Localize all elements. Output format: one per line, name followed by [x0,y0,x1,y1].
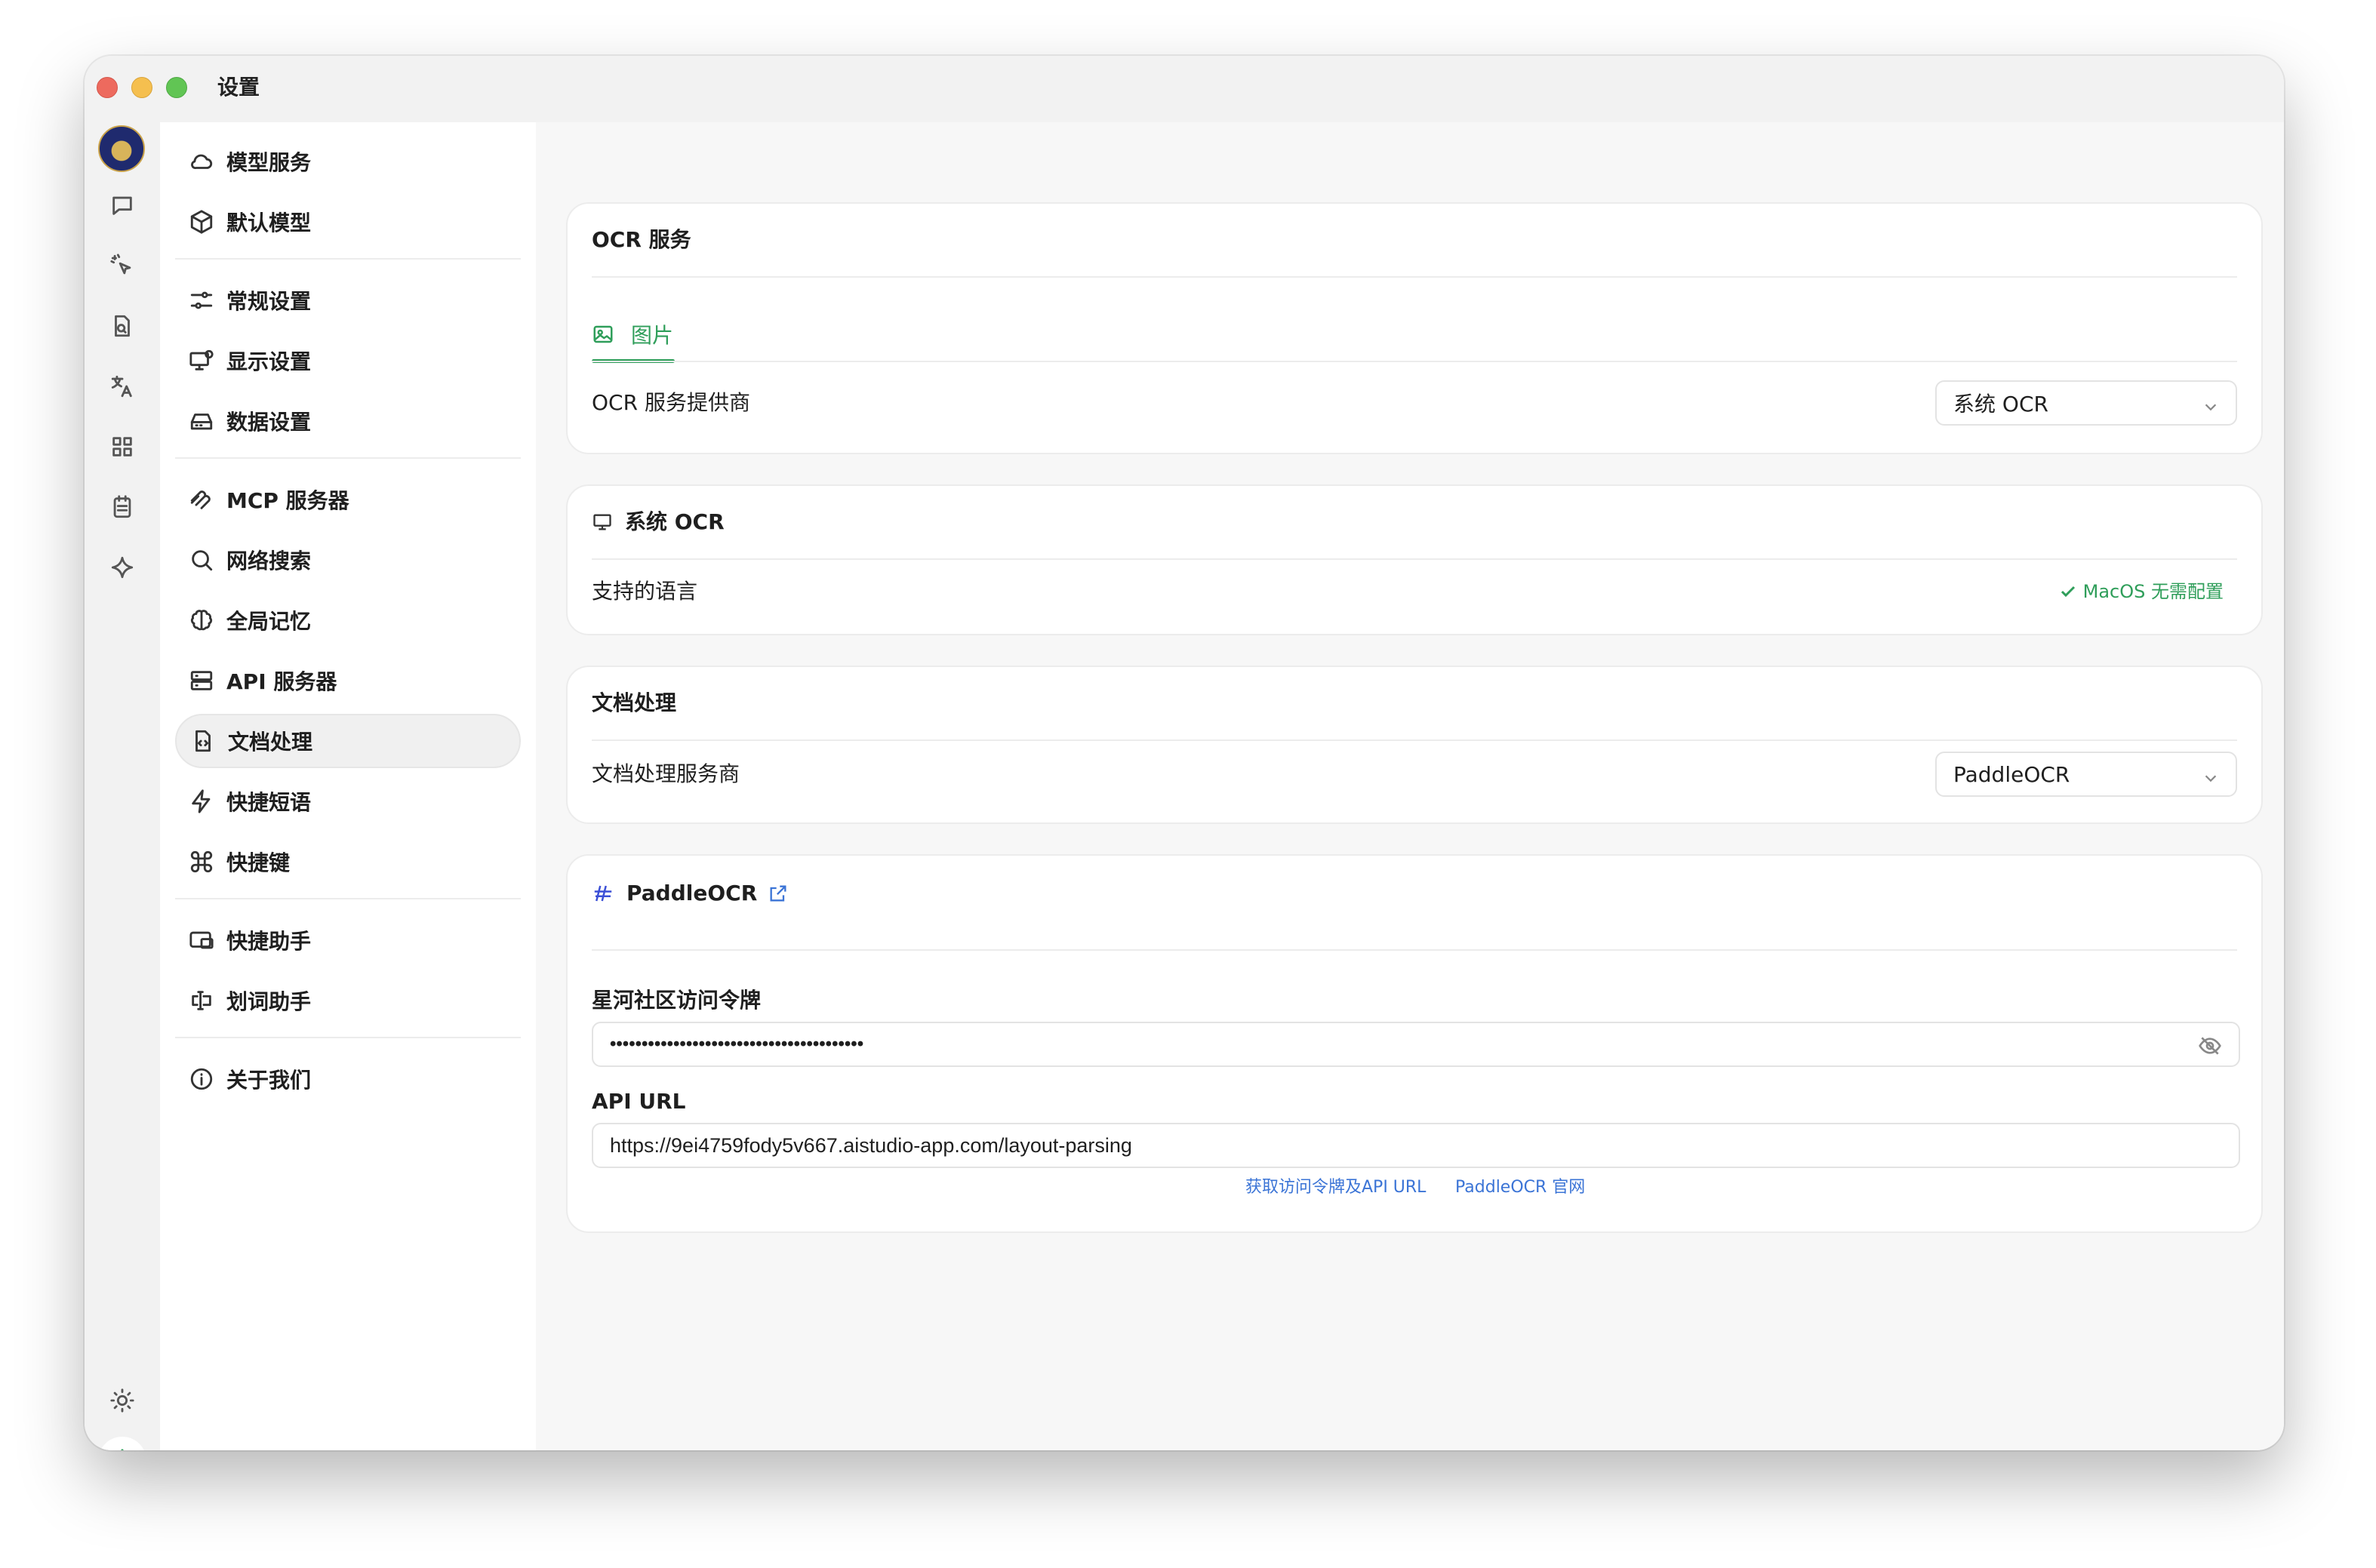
text-cursor-icon [192,991,211,1010]
paddleocr-official-link[interactable]: PaddleOCR 官网 [1455,1176,1585,1200]
ocr-provider-select[interactable]: 系统 OCR [1935,380,2237,426]
system-ocr-header: 系统 OCR [592,507,725,537]
settings-sidebar: 模型服务 默认模型 常规设置 显示设置 数据设置 MCP 服务器 网络搜索 全局… [160,122,536,1450]
divider [592,558,2237,560]
apps-grid-icon[interactable] [104,429,140,465]
system-ocr-card: 系统 OCR 支持的语言 MacOS 无需配置 [566,484,2263,635]
divider [592,361,2237,362]
image-icon [593,325,613,343]
paddleocr-card: PaddleOCR 星河社区访问令牌 •••••••••••••••••••••… [566,854,2263,1233]
sidebar-item-selection-assistant[interactable]: 划词助手 [175,973,521,1028]
cloud-icon [191,154,213,169]
mcp-icon [190,490,211,509]
sidebar-item-general[interactable]: 常规设置 [175,273,521,327]
ocr-service-title: OCR 服务 [592,227,691,252]
chevron-down-icon [2202,395,2219,412]
external-link-icon[interactable] [768,883,789,904]
cube-icon [190,210,213,234]
access-token-label: 星河社区访问令牌 [592,988,762,1013]
sidebar-item-mcp[interactable]: MCP 服务器 [175,472,521,527]
sidebar-item-memory[interactable]: 全局记忆 [175,593,521,647]
sidebar-item-about[interactable]: 关于我们 [175,1052,521,1106]
close-window-button[interactable] [97,77,118,98]
divider [175,1037,521,1038]
settings-content: OCR 服务 图片 OCR 服务提供商 系统 OCR 系统 OCR 支持的语言 [536,122,2284,1450]
translate-icon[interactable] [104,368,140,404]
sliders-icon [190,291,213,309]
paddleocr-logo-icon [594,885,612,902]
document-search-icon[interactable] [104,308,140,344]
supported-languages-label: 支持的语言 [592,579,698,604]
search-icon [192,550,213,571]
maximize-window-button[interactable] [166,77,187,98]
hard-drive-icon [190,414,213,430]
document-provider-select[interactable]: PaddleOCR [1935,752,2237,797]
brain-icon [190,610,213,631]
divider [592,739,2237,741]
document-processing-card: 文档处理 文档处理服务商 PaddleOCR [566,666,2263,824]
monitor-icon [593,514,611,530]
status-badge: MacOS 无需配置 [2059,576,2224,607]
paddleocr-header: PaddleOCR [592,878,789,909]
avatar[interactable] [98,125,145,172]
sidebar-item-shortcuts[interactable]: 快捷键 [175,835,521,889]
star-sparkle-icon[interactable] [104,549,140,586]
lightning-icon [192,789,211,813]
command-icon [190,850,213,873]
window-assistant-icon [189,931,214,949]
sidebar-item-api-server[interactable]: API 服务器 [175,653,521,708]
access-token-field[interactable]: •••••••••••••••••••••••••••••••••••••••• [592,1022,2240,1067]
gear-icon[interactable] [98,1437,146,1450]
sidebar-item-quick-phrases[interactable]: 快捷短语 [175,774,521,829]
settings-window: 设置 模型服务 默认模型 常规设置 显示设置 数据设置 MCP 服务器 网络搜索… [85,56,2284,1450]
divider [175,457,521,459]
sidebar-item-display[interactable]: 显示设置 [175,334,521,388]
get-token-link[interactable]: 获取访问令牌及API URL [1245,1176,1426,1200]
document-code-icon [195,730,211,752]
minimize-window-button[interactable] [131,77,152,98]
divider [592,949,2237,951]
divider [175,898,521,899]
sidebar-item-default-model[interactable]: 默认模型 [175,195,521,249]
eye-off-icon[interactable] [2198,1034,2222,1058]
sidebar-item-quick-assistant[interactable]: 快捷助手 [175,913,521,967]
monitor-gear-icon [189,349,214,370]
chat-icon[interactable] [104,187,140,223]
sidebar-item-web-search[interactable]: 网络搜索 [175,533,521,587]
check-icon [2061,586,2075,598]
ocr-service-card: OCR 服务 图片 OCR 服务提供商 系统 OCR [566,202,2263,454]
info-icon [190,1068,213,1090]
sparkle-cursor-icon[interactable] [104,247,140,284]
notes-icon[interactable] [104,489,140,525]
title-bar: 设置 [85,56,2284,122]
window-title: 设置 [217,75,260,100]
document-processing-title: 文档处理 [592,690,677,715]
divider [592,276,2237,278]
divider [175,258,521,260]
ocr-provider-label: OCR 服务提供商 [592,390,750,415]
sidebar-item-data[interactable]: 数据设置 [175,394,521,448]
sidebar-item-model-service[interactable]: 模型服务 [175,134,521,189]
chevron-down-icon [2202,767,2219,783]
sun-icon[interactable] [104,1382,140,1419]
api-url-label: API URL [592,1089,686,1114]
api-url-field[interactable]: https://9ei4759fody5v667.aistudio-app.co… [592,1123,2240,1168]
document-provider-label: 文档处理服务商 [592,761,740,786]
server-icon [190,671,213,690]
icon-rail [85,122,160,1450]
tab-image[interactable]: 图片 [592,308,673,361]
sidebar-item-document-processing[interactable]: 文档处理 [175,714,521,768]
